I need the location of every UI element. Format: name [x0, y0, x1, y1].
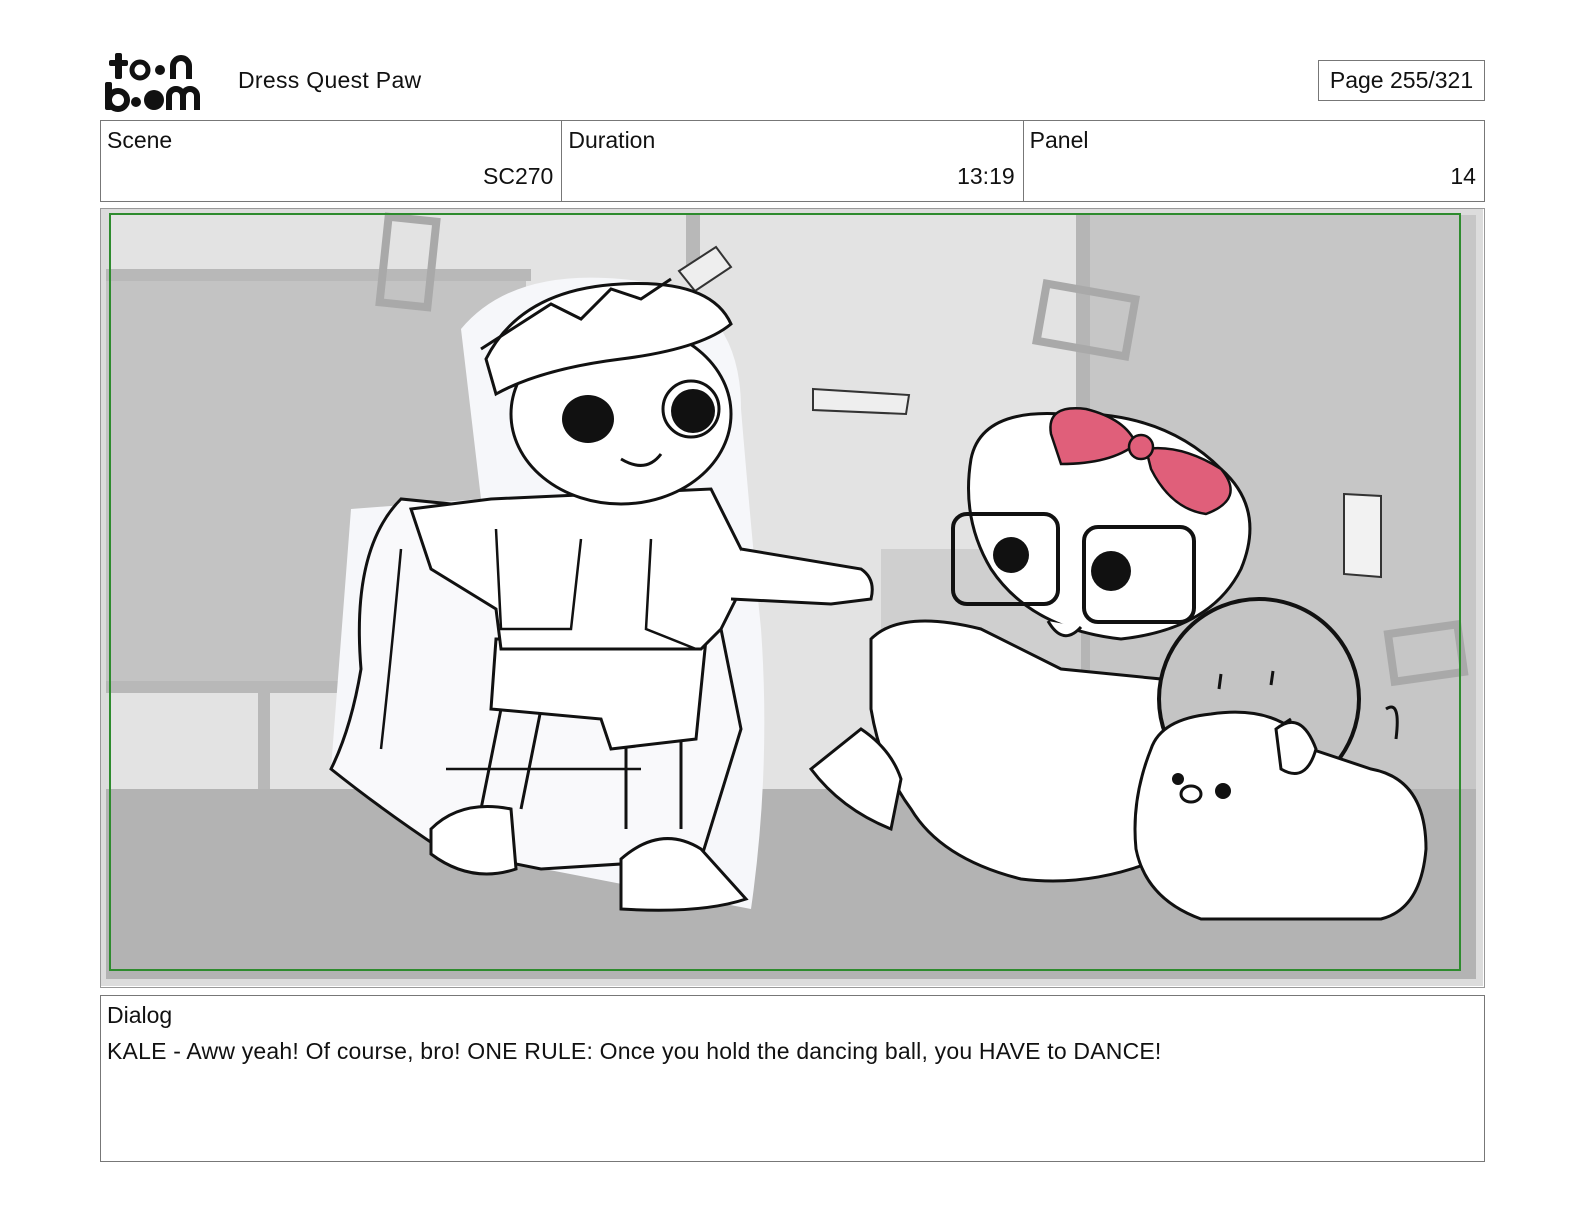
dialog-label: Dialog [107, 1002, 173, 1028]
panel-info-row: Scene SC270 Duration 13:19 Panel 14 [100, 120, 1485, 202]
panel-value: 14 [1450, 163, 1476, 189]
scene-label: Scene [107, 127, 173, 153]
storyboard-panel-image [100, 208, 1485, 988]
page-indicator: Page 255/321 [1318, 60, 1485, 101]
dialog-text: KALE - Aww yeah! Of course, bro! ONE RUL… [107, 1038, 1162, 1064]
toonboom-logo [103, 50, 215, 112]
duration-label: Duration [568, 127, 656, 153]
duration-cell: Duration 13:19 [562, 121, 1024, 201]
panel-cell: Panel 14 [1024, 121, 1484, 201]
dialog-box: Dialog KALE - Aww yeah! Of course, bro! … [100, 995, 1485, 1162]
scene-value: SC270 [483, 163, 554, 189]
project-title: Dress Quest Paw [238, 67, 422, 93]
duration-value: 13:19 [957, 163, 1015, 189]
scene-cell: Scene SC270 [101, 121, 563, 201]
panel-label: Panel [1029, 127, 1089, 153]
